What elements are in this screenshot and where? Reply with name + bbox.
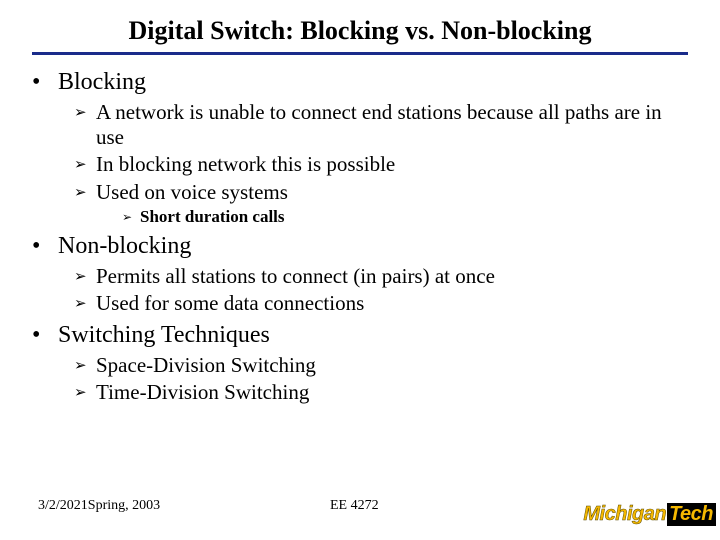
item-text: In blocking network this is possible — [96, 152, 395, 177]
list-item: ➢ Permits all stations to connect (in pa… — [74, 264, 688, 289]
item-text: A network is unable to connect end stati… — [96, 100, 688, 150]
bullet-dot-icon: • — [32, 69, 58, 96]
section-heading-nonblocking: • Non-blocking — [32, 233, 688, 260]
bullet-dot-icon: • — [32, 233, 58, 260]
item-text: Used on voice systems — [96, 180, 288, 205]
slide: Digital Switch: Blocking vs. Non-blockin… — [0, 0, 720, 406]
item-text: Space-Division Switching — [96, 353, 316, 378]
section-heading-switching: • Switching Techniques — [32, 322, 688, 349]
bullet-dot-icon: • — [32, 322, 58, 349]
slide-title: Digital Switch: Blocking vs. Non-blockin… — [32, 16, 688, 55]
item-text: Time-Division Switching — [96, 380, 309, 405]
list-item: ➢ Used on voice systems — [74, 180, 688, 205]
sub-list-item: ➢ Short duration calls — [122, 207, 688, 227]
item-text: Used for some data connections — [96, 291, 364, 316]
footer: 3/2/2021Spring, 2003 EE 4272 MichiganTec… — [0, 498, 720, 522]
arrow-icon: ➢ — [74, 291, 96, 316]
list-item: ➢ Time-Division Switching — [74, 380, 688, 405]
item-text: Permits all stations to connect (in pair… — [96, 264, 495, 289]
logo-part2: Tech — [667, 503, 716, 526]
footer-date: 3/2/2021Spring, 2003 — [38, 498, 160, 514]
arrow-icon: ➢ — [74, 180, 96, 205]
logo-part1: Michigan — [583, 503, 666, 526]
arrow-icon: ➢ — [74, 152, 96, 177]
list-item: ➢ A network is unable to connect end sta… — [74, 100, 688, 150]
list-item: ➢ In blocking network this is possible — [74, 152, 688, 177]
michigan-tech-logo: MichiganTech — [583, 503, 716, 526]
arrow-icon: ➢ — [74, 264, 96, 289]
footer-course: EE 4272 — [330, 498, 379, 514]
arrow-icon: ➢ — [74, 380, 96, 405]
section-heading-blocking: • Blocking — [32, 69, 688, 96]
heading-text: Blocking — [58, 69, 146, 96]
arrow-icon: ➢ — [122, 207, 140, 227]
arrow-icon: ➢ — [74, 353, 96, 378]
sub-item-text: Short duration calls — [140, 207, 285, 227]
arrow-icon: ➢ — [74, 100, 96, 150]
heading-text: Switching Techniques — [58, 322, 270, 349]
list-item: ➢ Space-Division Switching — [74, 353, 688, 378]
list-item: ➢ Used for some data connections — [74, 291, 688, 316]
heading-text: Non-blocking — [58, 233, 191, 260]
